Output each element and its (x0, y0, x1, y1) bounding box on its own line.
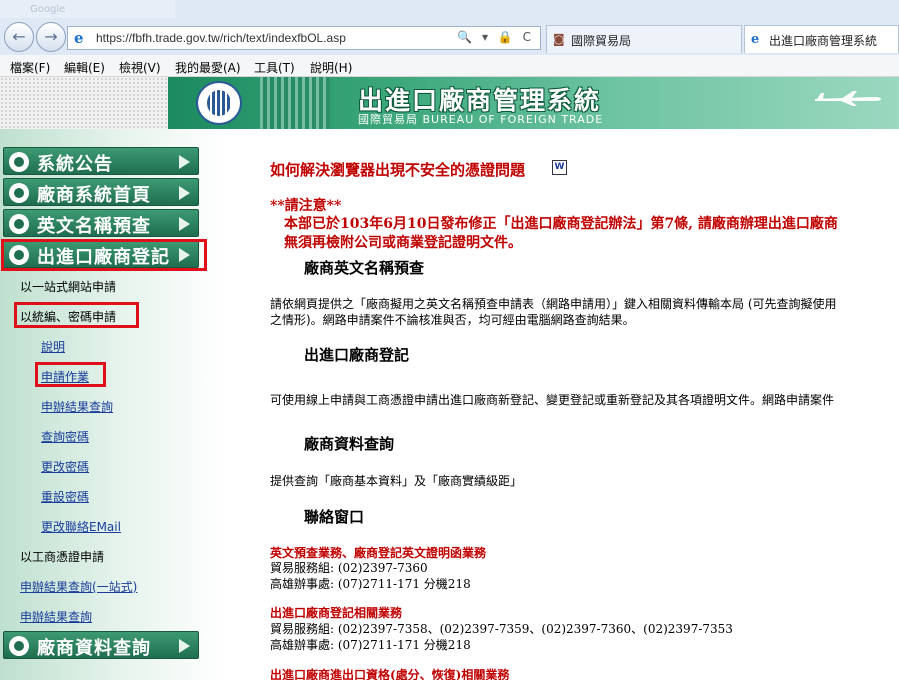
nav-label: 廠商資料查詢 (37, 638, 151, 659)
forward-button[interactable]: → (36, 22, 66, 52)
link-biz-cert-apply[interactable]: 以工商憑證申請 (20, 548, 104, 565)
menu-edit[interactable]: 編輯(E) (64, 59, 105, 76)
contact-heading: 出進口廠商登記相關業務 (270, 606, 403, 620)
contact-line: 高雄辦事處: (07)2711-171 分機218 (270, 577, 471, 591)
main-content: 如何解決瀏覽器出現不安全的憑證問題 W **請注意** 本部已於103年6月10… (226, 129, 899, 680)
back-button[interactable]: ← (4, 22, 34, 52)
menu-file[interactable]: 檔案(F) (10, 59, 50, 76)
contact-heading: 出進口廠商進出口資格(處分、恢復)相關業務 (270, 668, 510, 680)
certificate-help-link[interactable]: 如何解決瀏覽器出現不安全的憑證問題 (270, 159, 525, 180)
link-query-password[interactable]: 查詢密碼 (41, 428, 89, 445)
flower-icon (9, 636, 29, 656)
address-tools[interactable]: 🔍 ▾ 🔒 C (457, 30, 534, 44)
link-explain[interactable]: 說明 (41, 338, 65, 355)
link-result-query-one-stop[interactable]: 申辦結果查詢(一站式) (20, 578, 137, 595)
nav-english-name-check[interactable]: 英文名稱預查 (3, 209, 199, 237)
link-result-query-2[interactable]: 申辦結果查詢 (20, 608, 92, 625)
tab-trade-bureau[interactable]: ◙ 國際貿易局 (546, 25, 742, 53)
link-one-stop[interactable]: 以一站式網站申請 (20, 278, 116, 295)
background-tab[interactable]: Google (0, 0, 175, 18)
menu-bar: 檔案(F) 編輯(E) 檢視(V) 我的最愛(A) 工具(T) 說明(H) (0, 55, 899, 77)
menu-favorites[interactable]: 我的最愛(A) (175, 59, 241, 76)
notice-line: 無須再檢附公司或商業登記證明文件。 (284, 235, 522, 251)
tab-label: 國際貿易局 (571, 34, 632, 48)
link-result-query[interactable]: 申辦結果查詢 (41, 398, 113, 415)
flower-icon (9, 183, 29, 203)
flower-icon (9, 152, 29, 172)
section-title-english-name: 廠商英文名稱預查 (304, 259, 425, 277)
triangle-right-icon (179, 639, 190, 653)
triangle-right-icon (179, 186, 190, 200)
ie-icon: e (74, 29, 84, 47)
banner-pattern (0, 77, 168, 129)
link-change-password[interactable]: 更改密碼 (41, 458, 89, 475)
notice-title: **請注意** (270, 198, 342, 214)
nav-label: 英文名稱預查 (37, 216, 151, 237)
contact-line: 高雄辦事處: (07)2711-171 分機218 (270, 638, 471, 652)
site-banner: 出進口廠商管理系統 國際貿易局 BUREAU OF FOREIGN TRADE (168, 77, 899, 129)
section-text: 提供查詢「廠商基本資料」及「廠商實績級距」 (270, 474, 523, 488)
nav-label: 系統公告 (37, 154, 113, 175)
forward-arrow-icon: → (44, 27, 58, 46)
bureau-seal-logo (196, 81, 242, 125)
section-title-registration: 出進口廠商登記 (304, 346, 410, 364)
address-bar[interactable]: e https://fbfh.trade.gov.tw/rich/text/in… (67, 26, 541, 50)
nav-system-announcement[interactable]: 系統公告 (3, 147, 199, 175)
ie-icon: e (751, 32, 760, 47)
nav-label: 廠商系統首頁 (37, 185, 151, 206)
section-text: 請依網頁提供之「廠商擬用之英文名稱預查申請表（網路申請用）」鍵入相關資料傳輸本局… (270, 297, 837, 311)
highlight-box (35, 362, 106, 387)
section-title-data-query: 廠商資料查詢 (304, 435, 395, 453)
menu-tools[interactable]: 工具(T) (254, 59, 295, 76)
tab-system-active[interactable]: e 出進口廠商管理系統 (744, 25, 899, 53)
section-title-contact: 聯絡窗口 (304, 508, 365, 526)
notice-line: 本部已於103年6月10日發布修正「出進口廠商登記辦法」第7條, 請廠商辦理出進… (284, 216, 838, 232)
menu-view[interactable]: 檢視(V) (119, 59, 161, 76)
flower-icon (9, 214, 29, 234)
triangle-right-icon (179, 217, 190, 231)
browser-toolbar: Google ← → e https://fbfh.trade.gov.tw/r… (0, 0, 899, 55)
link-reset-password[interactable]: 重設密碼 (41, 488, 89, 505)
triangle-right-icon (179, 155, 190, 169)
menu-help[interactable]: 說明(H) (310, 59, 352, 76)
airplane-icon (815, 91, 881, 106)
site-subtitle: 國際貿易局 BUREAU OF FOREIGN TRADE (358, 113, 604, 126)
highlight-box (14, 302, 139, 328)
nav-vendor-home[interactable]: 廠商系統首頁 (3, 178, 199, 206)
sidebar: 系統公告 廠商系統首頁 英文名稱預查 出進口廠商登記 以一站式網站申請 以統編、… (0, 129, 226, 680)
nav-vendor-data-query[interactable]: 廠商資料查詢 (3, 631, 199, 659)
url-text[interactable]: https://fbfh.trade.gov.tw/rich/text/inde… (96, 31, 346, 45)
word-document-icon[interactable]: W (552, 160, 567, 175)
section-text: 之情形)。網路申請案件不論核准與否，均可經由電腦網路查詢結果。 (270, 313, 635, 327)
section-text: 可使用線上申請與工商憑證申請出進口廠商新登記、變更登記或重新登記及其各項證明文件… (270, 393, 835, 407)
link-change-email[interactable]: 更改聯絡EMail (41, 518, 121, 535)
contact-line: 貿易服務組: (02)2397-7358、(02)2397-7359、(02)2… (270, 622, 733, 636)
building-graphic (260, 77, 330, 129)
back-arrow-icon: ← (12, 27, 26, 46)
globe-icon: ◙ (553, 32, 565, 46)
contact-line: 貿易服務組: (02)2397-7360 (270, 561, 428, 575)
tab-label: 出進口廠商管理系統 (769, 34, 878, 48)
highlight-box (1, 239, 207, 271)
